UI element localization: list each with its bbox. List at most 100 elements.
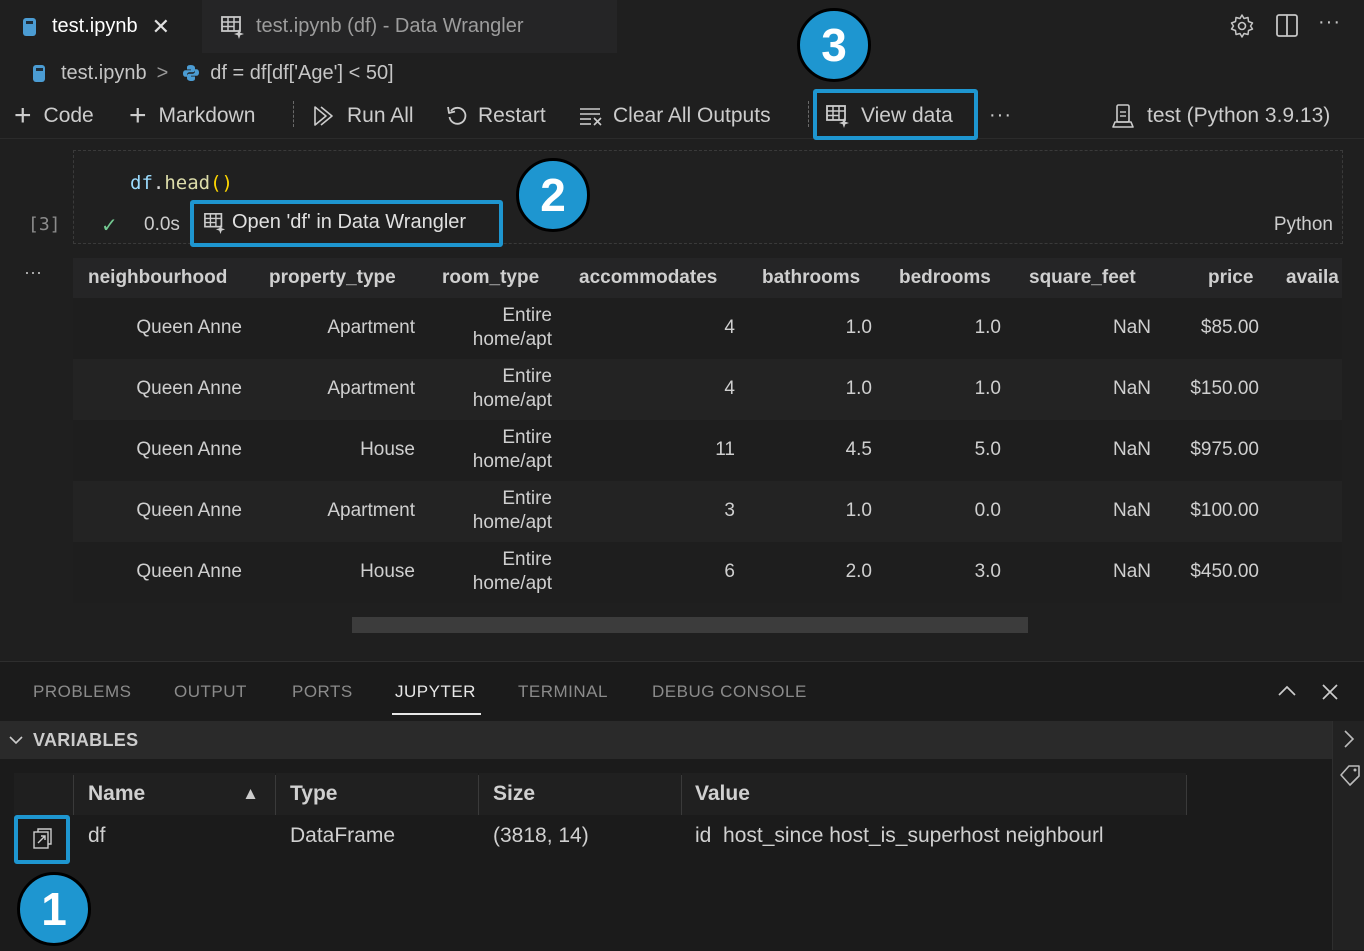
cell-accommodates: 3 bbox=[724, 500, 735, 521]
cell-language[interactable]: Python bbox=[1274, 214, 1333, 236]
cell-room-type: Entire bbox=[502, 488, 552, 509]
add-markdown-cell-button[interactable]: + Markdown bbox=[129, 93, 255, 138]
active-tab-indicator bbox=[392, 713, 481, 715]
cell-square-feet: NaN bbox=[1112, 561, 1151, 582]
tab-label: test.ipynb bbox=[52, 15, 138, 37]
restart-label: Restart bbox=[478, 103, 546, 127]
panel-tab-terminal[interactable]: TERMINAL bbox=[518, 682, 608, 702]
variable-value: id host_since host_is_superhost neighbou… bbox=[695, 824, 1104, 847]
cell-bedrooms: 3.0 bbox=[974, 561, 1001, 582]
cell-accommodates: 6 bbox=[724, 561, 735, 582]
split-editor-icon[interactable] bbox=[1275, 13, 1299, 39]
variables-column-size[interactable]: Size bbox=[479, 773, 681, 815]
column-divider[interactable] bbox=[1186, 775, 1187, 815]
callout-badge-2: 2 bbox=[516, 158, 590, 232]
output-more-icon[interactable]: ··· bbox=[24, 262, 42, 283]
cell-room-type: home/apt bbox=[472, 329, 552, 350]
cell-room-type: home/apt bbox=[472, 451, 552, 472]
clear-all-icon bbox=[580, 107, 602, 126]
execution-time: 0.0s bbox=[144, 214, 180, 235]
clear-all-outputs-button[interactable]: Clear All Outputs bbox=[578, 93, 771, 138]
cell-neighbourhood: Queen Anne bbox=[136, 561, 242, 582]
restart-kernel-button[interactable]: Restart bbox=[446, 93, 546, 138]
close-tab-icon[interactable]: ✕ bbox=[152, 14, 170, 40]
panel-tab-debug-console[interactable]: DEBUG CONSOLE bbox=[652, 682, 807, 702]
cell-room-type: home/apt bbox=[472, 512, 552, 533]
cell-room-type: Entire bbox=[502, 427, 552, 448]
panel-side-strip bbox=[1332, 721, 1364, 950]
variable-type: DataFrame bbox=[290, 824, 396, 847]
code-parens: () bbox=[210, 172, 233, 194]
column-header: room_type bbox=[442, 267, 540, 288]
variables-title: VARIABLES bbox=[33, 730, 139, 750]
chevron-right-icon[interactable] bbox=[1342, 729, 1356, 749]
column-header: square_feet bbox=[1029, 267, 1136, 288]
column-divider[interactable] bbox=[478, 775, 479, 815]
cell-bathrooms: 1.0 bbox=[845, 378, 872, 399]
code-variable: df bbox=[130, 172, 153, 194]
close-panel-icon[interactable] bbox=[1321, 683, 1339, 701]
code-dot: . bbox=[152, 172, 165, 194]
tab-data-wrangler[interactable]: test.ipynb (df) - Data Wrangler bbox=[202, 0, 617, 53]
variables-column-value[interactable]: Value bbox=[682, 773, 1186, 815]
notebook-icon bbox=[33, 64, 45, 82]
variables-column-name[interactable]: Name ▲ bbox=[73, 773, 275, 815]
cell-bedrooms: 1.0 bbox=[974, 317, 1001, 338]
run-all-button[interactable]: Run All bbox=[313, 93, 414, 138]
cell-room-type: home/apt bbox=[472, 573, 552, 594]
table-header-row: neighbourhood property_type room_type ac… bbox=[73, 258, 1342, 298]
add-code-cell-button[interactable]: + Code bbox=[14, 93, 94, 138]
execution-count: [3] bbox=[28, 214, 61, 235]
cell-bathrooms: 1.0 bbox=[845, 317, 872, 338]
column-header-label: Name bbox=[88, 782, 146, 805]
breadcrumb-cell[interactable]: df = df[df['Age'] < 50] bbox=[210, 62, 393, 85]
cell-price: $100.00 bbox=[1190, 500, 1259, 521]
panel-tab-output[interactable]: OUTPUT bbox=[174, 682, 247, 702]
kernel-label: test (Python 3.9.13) bbox=[1147, 103, 1331, 127]
tab-test-ipynb[interactable]: test.ipynb ✕ bbox=[0, 0, 202, 53]
more-actions-icon[interactable]: ··· bbox=[1318, 11, 1341, 34]
cell-room-type: Entire bbox=[502, 366, 552, 387]
tab-label: test.ipynb (df) - Data Wrangler bbox=[256, 15, 524, 37]
cell-price: $975.00 bbox=[1190, 439, 1259, 460]
kernel-picker-button[interactable]: test (Python 3.9.13) bbox=[1110, 93, 1330, 138]
callout-badge-1: 1 bbox=[17, 872, 91, 946]
run-all-label: Run All bbox=[347, 103, 414, 127]
add-markdown-label: Markdown bbox=[158, 103, 256, 127]
tag-icon[interactable] bbox=[1339, 763, 1364, 787]
cell-price: $150.00 bbox=[1190, 378, 1259, 399]
variables-column-type[interactable]: Type bbox=[276, 773, 478, 815]
maximize-panel-icon[interactable] bbox=[1277, 684, 1297, 698]
cell-accommodates: 4 bbox=[724, 378, 735, 399]
column-divider[interactable] bbox=[275, 775, 276, 815]
toolbar-more-button[interactable]: ··· bbox=[989, 93, 1012, 138]
chevron-down-icon bbox=[9, 736, 23, 745]
panel-tab-ports[interactable]: PORTS bbox=[292, 682, 353, 702]
variables-section-header[interactable]: VARIABLES bbox=[0, 721, 1332, 759]
variable-name: df bbox=[88, 824, 106, 847]
panel-tab-problems[interactable]: PROBLEMS bbox=[33, 682, 131, 702]
add-code-label: Code bbox=[43, 103, 94, 127]
cell-property-type: House bbox=[360, 561, 415, 582]
breadcrumb-file[interactable]: test.ipynb bbox=[61, 62, 147, 85]
cell-code[interactable]: df.head() bbox=[130, 172, 233, 194]
cell-price: $85.00 bbox=[1200, 317, 1259, 338]
callout-highlight-open-wrangler bbox=[190, 200, 503, 247]
settings-gear-icon[interactable] bbox=[1229, 13, 1255, 39]
cell-property-type: Apartment bbox=[327, 378, 415, 399]
cell-price: $450.00 bbox=[1190, 561, 1259, 582]
column-divider[interactable] bbox=[681, 775, 682, 815]
cell-property-type: Apartment bbox=[327, 317, 415, 338]
column-divider[interactable] bbox=[73, 775, 74, 815]
variables-header-spacer bbox=[14, 773, 73, 815]
toolbar-divider bbox=[293, 101, 295, 127]
panel-tab-jupyter[interactable]: JUPYTER bbox=[395, 682, 476, 702]
notebook-toolbar: + Code + Markdown Run All Restart Clear … bbox=[0, 93, 1364, 139]
output-horizontal-scrollbar[interactable] bbox=[352, 617, 1028, 633]
plus-icon: + bbox=[14, 98, 32, 132]
column-header-label: Value bbox=[695, 782, 750, 805]
cell-property-type: House bbox=[360, 439, 415, 460]
cell-square-feet: NaN bbox=[1112, 500, 1151, 521]
more-icon: ··· bbox=[989, 104, 1012, 126]
cell-property-type: Apartment bbox=[327, 500, 415, 521]
